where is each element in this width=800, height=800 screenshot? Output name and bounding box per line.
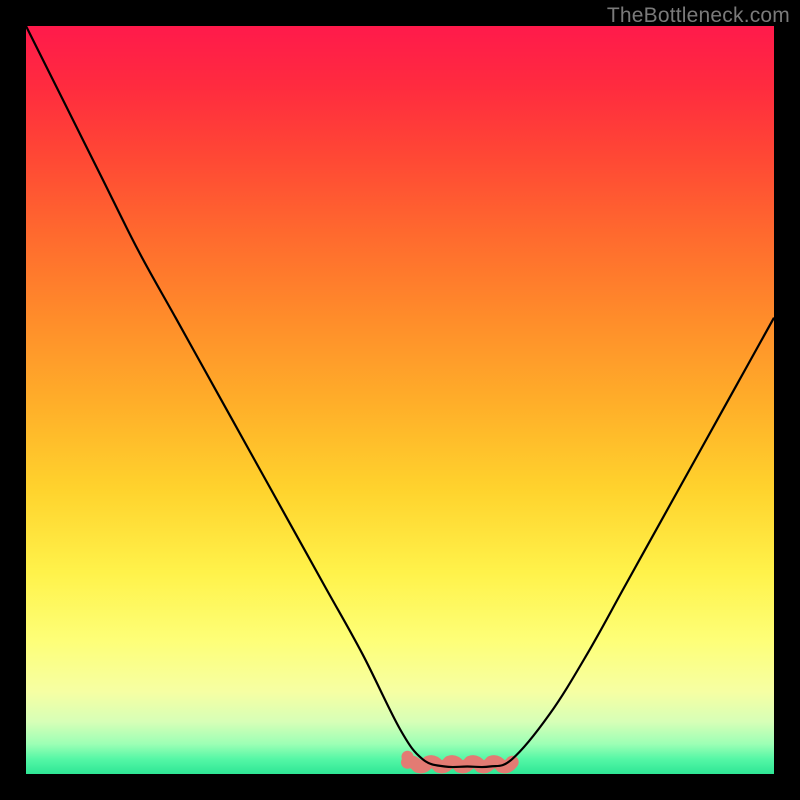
- chart-frame: TheBottleneck.com: [0, 0, 800, 800]
- plot-area: [26, 26, 774, 774]
- bottleneck-curve-path: [26, 26, 774, 767]
- chart-svg: [26, 26, 774, 774]
- watermark-text: TheBottleneck.com: [607, 4, 790, 28]
- bottleneck-dot: [401, 751, 413, 763]
